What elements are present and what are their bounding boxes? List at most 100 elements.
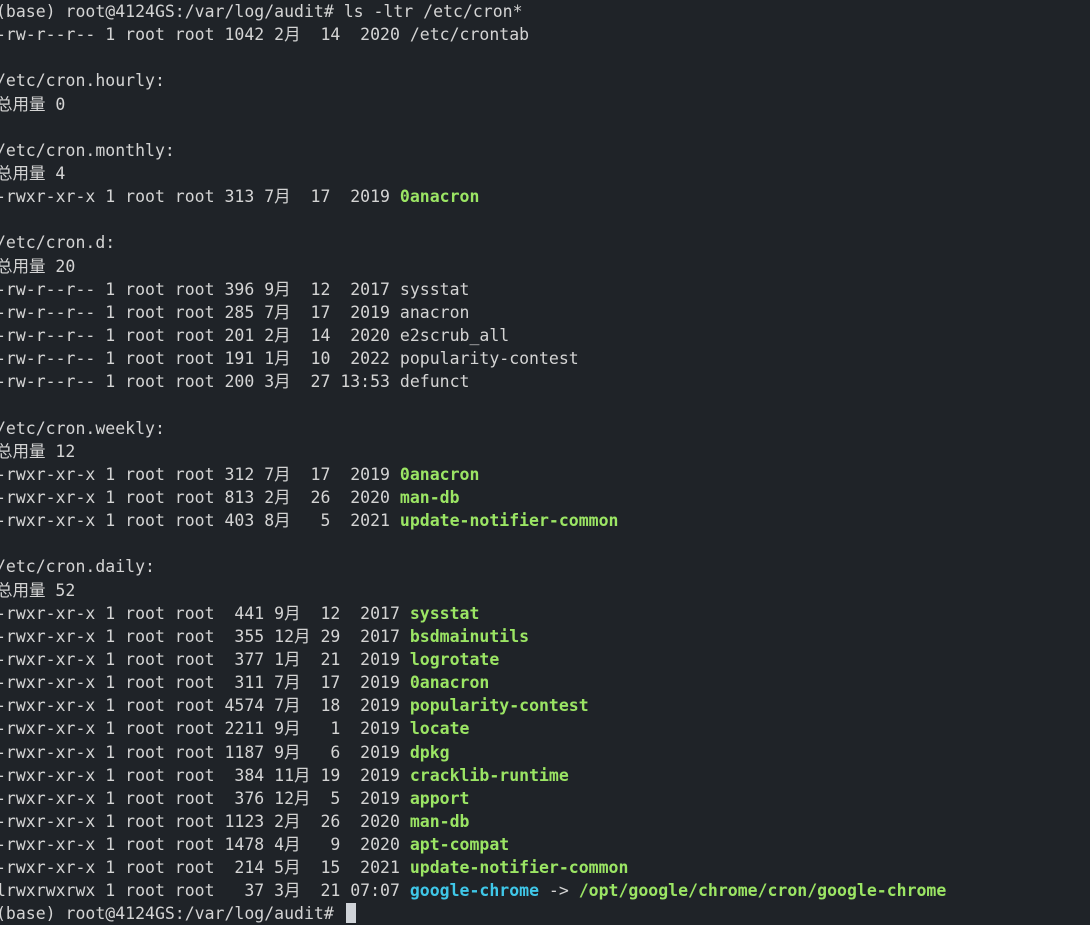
file-metadata: -rwxr-xr-x 1 root root 355 12月 29 2017 [0,626,410,646]
shell-prompt: (base) root@4124GS:/var/log/audit# [0,904,344,924]
file-metadata: -rwxr-xr-x 1 root root 403 8月 5 2021 [0,511,400,531]
listing-row: -rwxr-xr-x 1 root root 1187 9月 6 2019 dp… [0,741,1086,764]
file-metadata: -rwxr-xr-x 1 root root 1187 9月 6 2019 [0,742,410,762]
file-name: logrotate [409,649,500,669]
file-name: 0anacron [399,187,480,207]
file-name: google-chrome [409,881,539,901]
output-text-line: 总用量 20 [0,255,1086,278]
file-name: man-db [399,487,460,507]
listing-row: -rwxr-xr-x 1 root root 355 12月 29 2017 b… [0,625,1086,648]
prompt-line: (base) root@4124GS:/var/log/audit# [0,902,1086,925]
listing-row: -rwxr-xr-x 1 root root 4574 7月 18 2019 p… [0,694,1086,717]
output-text: /etc/cron.hourly: [0,71,165,91]
file-name: popularity-contest [409,696,589,716]
listing-row: -rw-r--r-- 1 root root 201 2月 14 2020 e2… [0,324,1086,347]
file-metadata: -rwxr-xr-x 1 root root 813 2月 26 2020 [0,487,400,507]
listing-row: -rwxr-xr-x 1 root root 403 8月 5 2021 upd… [0,509,1086,532]
file-metadata: -rw-r--r-- 1 root root 1042 2月 14 2020 [0,25,410,45]
file-metadata: -rwxr-xr-x 1 root root 1478 4月 9 2020 [0,835,410,855]
listing-row: -rwxr-xr-x 1 root root 2211 9月 1 2019 lo… [0,717,1086,740]
file-metadata: -rwxr-xr-x 1 root root 376 12月 5 2019 [0,788,410,808]
output-text-line: /etc/cron.d: [0,231,1086,254]
prompt-line: (base) root@4124GS:/var/log/audit# ls -l… [0,0,1086,23]
file-metadata: -rwxr-xr-x 1 root root 377 1月 21 2019 [0,649,410,669]
file-name: defunct [399,372,470,392]
file-metadata: -rw-r--r-- 1 root root 285 7月 17 2019 [0,302,400,322]
file-name: popularity-contest [399,349,579,369]
output-text-line: 总用量 12 [0,440,1086,463]
symlink-target: /opt/google/chrome/cron/google-chrome [578,881,947,901]
listing-row: -rwxr-xr-x 1 root root 376 12月 5 2019 ap… [0,787,1086,810]
file-metadata: -rwxr-xr-x 1 root root 312 7月 17 2019 [0,464,400,484]
output-text: /etc/cron.d: [0,233,116,253]
listing-row: -rwxr-xr-x 1 root root 313 7月 17 2019 0a… [0,185,1086,208]
text-cursor[interactable] [345,903,356,924]
file-metadata: -rwxr-xr-x 1 root root 214 5月 15 2021 [0,858,410,878]
output-text-line: /etc/cron.daily: [0,555,1086,578]
listing-row: -rwxr-xr-x 1 root root 377 1月 21 2019 lo… [0,648,1086,671]
command-text[interactable]: ls -ltr /etc/cron* [344,2,523,21]
file-metadata: -rw-r--r-- 1 root root 396 9月 12 2017 [0,279,400,299]
output-text-line: /etc/cron.weekly: [0,417,1086,440]
output-text-line: 总用量 4 [0,162,1086,185]
file-name: anacron [399,302,470,322]
file-metadata: -rw-r--r-- 1 root root 191 1月 10 2022 [0,349,400,369]
file-name: bsdmainutils [409,626,530,646]
listing-row: -rw-r--r-- 1 root root 285 7月 17 2019 an… [0,301,1086,324]
output-text: 总用量 0 [0,94,66,114]
file-name: update-notifier-common [399,511,619,531]
file-name: apt-compat [409,835,510,855]
shell-prompt: (base) root@4124GS:/var/log/audit# [0,2,344,21]
file-metadata: -rwxr-xr-x 1 root root 2211 9月 1 2019 [0,719,410,739]
file-name: sysstat [399,279,470,299]
file-metadata: -rwxr-xr-x 1 root root 313 7月 17 2019 [0,187,400,207]
file-name: 0anacron [399,464,480,484]
file-metadata: -rw-r--r-- 1 root root 200 3月 27 13:53 [0,372,400,392]
output-text-line: 总用量 52 [0,579,1086,602]
file-metadata: -rwxr-xr-x 1 root root 384 11月 19 2019 [0,765,410,785]
file-metadata: -rwxr-xr-x 1 root root 4574 7月 18 2019 [0,696,410,716]
file-metadata: -rwxr-xr-x 1 root root 311 7月 17 2019 [0,673,410,693]
output-text-line: 总用量 0 [0,93,1086,116]
listing-row: lrwxrwxrwx 1 root root 37 3月 21 07:07 go… [0,879,1086,902]
output-text: /etc/cron.monthly: [0,140,175,160]
terminal-window[interactable]: (base) root@4124GS:/var/log/audit# ls -l… [0,0,1090,925]
file-name: /etc/crontab [409,25,530,45]
listing-row: -rwxr-xr-x 1 root root 813 2月 26 2020 ma… [0,486,1086,509]
output-text: /etc/cron.weekly: [0,418,165,438]
symlink-arrow: -> [539,881,579,901]
listing-row: -rwxr-xr-x 1 root root 311 7月 17 2019 0a… [0,671,1086,694]
file-name: 0anacron [409,673,490,693]
file-name: apport [409,788,470,808]
file-name: locate [409,719,470,739]
file-metadata: -rwxr-xr-x 1 root root 1123 2月 26 2020 [0,811,410,831]
file-metadata: -rw-r--r-- 1 root root 201 2月 14 2020 [0,325,400,345]
file-name: dpkg [409,742,450,762]
output-text: 总用量 20 [0,256,76,276]
listing-row: -rwxr-xr-x 1 root root 441 9月 12 2017 sy… [0,602,1086,625]
output-text: /etc/cron.daily: [0,557,155,577]
listing-row: -rwxr-xr-x 1 root root 384 11月 19 2019 c… [0,764,1086,787]
listing-row: -rw-r--r-- 1 root root 1042 2月 14 2020 /… [0,23,1086,46]
listing-row: -rw-r--r-- 1 root root 396 9月 12 2017 sy… [0,278,1086,301]
output-text-line: /etc/cron.monthly: [0,139,1086,162]
listing-row: -rwxr-xr-x 1 root root 214 5月 15 2021 up… [0,856,1086,879]
file-name: man-db [409,811,470,831]
output-text: 总用量 4 [0,163,66,183]
listing-row: -rwxr-xr-x 1 root root 1478 4月 9 2020 ap… [0,833,1086,856]
listing-row: -rwxr-xr-x 1 root root 1123 2月 26 2020 m… [0,810,1086,833]
output-text-line: /etc/cron.hourly: [0,69,1086,92]
listing-row: -rw-r--r-- 1 root root 200 3月 27 13:53 d… [0,370,1086,393]
file-metadata: lrwxrwxrwx 1 root root 37 3月 21 07:07 [0,881,410,901]
file-name: e2scrub_all [399,325,510,345]
terminal-output: (base) root@4124GS:/var/log/audit# ls -l… [0,0,1090,925]
listing-row: -rw-r--r-- 1 root root 191 1月 10 2022 po… [0,347,1086,370]
output-text: 总用量 52 [0,580,76,600]
file-metadata: -rwxr-xr-x 1 root root 441 9月 12 2017 [0,603,410,623]
file-name: update-notifier-common [409,858,629,878]
